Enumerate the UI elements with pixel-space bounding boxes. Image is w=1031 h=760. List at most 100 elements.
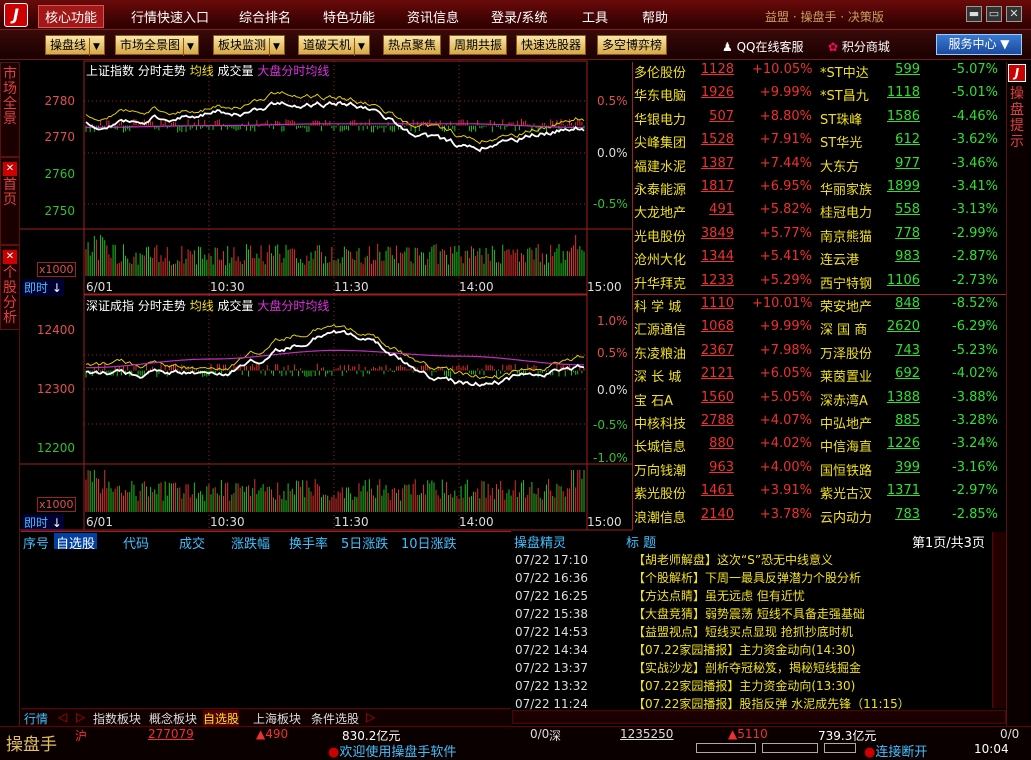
stock-name[interactable]: 中信海直 xyxy=(820,436,872,455)
news-item[interactable]: 07/22 13:32 【07.22家园播报】主力资金动向(13:30) xyxy=(515,677,855,695)
rank-row[interactable]: 国恒铁路 399 -3.16% xyxy=(820,460,1004,483)
stock-name[interactable]: *ST昌九 xyxy=(820,85,869,104)
stock-name[interactable]: 深赤湾A xyxy=(820,390,868,409)
stock-name[interactable]: 多伦股份 xyxy=(634,62,686,81)
page-indicator[interactable]: 第1页/共3页 xyxy=(912,532,985,551)
stock-name[interactable]: 尖峰集团 xyxy=(634,132,686,151)
tab-shanghai-sector[interactable]: 上海板块 xyxy=(253,710,301,727)
stock-name[interactable]: 荣安地产 xyxy=(820,296,872,315)
stock-name[interactable]: 光电股份 xyxy=(634,226,686,245)
news-item[interactable]: 07/22 16:25 【方达点睛】虽无远虑 但有近忧 xyxy=(515,587,805,605)
rank-row[interactable]: 多伦股份 1128 +10.05% xyxy=(634,62,818,85)
news-scrollbar[interactable] xyxy=(992,532,1006,708)
rank-row[interactable]: 华丽家族 1899 -3.41% xyxy=(820,179,1004,202)
stock-name[interactable]: 浪潮信息 xyxy=(634,507,686,526)
watchlist-body[interactable] xyxy=(21,549,511,708)
news-headline[interactable]: 【方达点睛】虽无远虑 但有近忧 xyxy=(633,589,805,603)
rank-row[interactable]: 万向钱潮 963 +4.00% xyxy=(634,460,818,483)
rank-row[interactable]: *ST昌九 1118 -5.01% xyxy=(820,85,1004,108)
rank-row[interactable]: 中弘地产 885 -3.28% xyxy=(820,413,1004,436)
rank-row[interactable]: 桂冠电力 558 -3.13% xyxy=(820,202,1004,225)
stock-name[interactable]: 东凌粮油 xyxy=(634,343,686,362)
rank-row[interactable]: 深 国 商 2620 -6.29% xyxy=(820,319,1004,342)
rank-row[interactable]: 华东电脑 1926 +9.99% xyxy=(634,85,818,108)
news-headline[interactable]: 【07.22家园播报】主力资金动向(14:30) xyxy=(633,643,855,657)
rank-row[interactable]: *ST中达 599 -5.07% xyxy=(820,62,1004,85)
rank-row[interactable]: ST华光 612 -3.62% xyxy=(820,132,1004,155)
news-hscroll[interactable] xyxy=(512,710,1006,724)
stock-name[interactable]: 华丽家族 xyxy=(820,179,872,198)
stock-name[interactable]: 华东电脑 xyxy=(634,85,686,104)
tab-concept-sector[interactable]: 概念板块 xyxy=(149,710,197,727)
stock-name[interactable]: ST华光 xyxy=(820,132,862,151)
rank-row[interactable]: 东凌粮油 2367 +7.98% xyxy=(634,343,818,366)
stock-name[interactable]: 中核科技 xyxy=(634,413,686,432)
news-item[interactable]: 07/22 17:10 【胡老师解盘】这次“S”恐无中线意义 xyxy=(515,551,833,569)
news-headline[interactable]: 【大盘竞猜】弱势震荡 短线不具备走强基础 xyxy=(633,607,865,621)
news-item[interactable]: 07/22 16:36 【个股解析】下周一最具反弹潜力个股分析 xyxy=(515,569,861,587)
news-headline[interactable]: 【益盟视点】短线买点显现 抢抓抄底时机 xyxy=(633,625,853,639)
stock-name[interactable]: 紫光股份 xyxy=(634,483,686,502)
rank-row[interactable]: 万泽股份 743 -5.23% xyxy=(820,343,1004,366)
rank-row[interactable]: 大东方 977 -3.46% xyxy=(820,156,1004,179)
stock-name[interactable]: 莱茵置业 xyxy=(820,366,872,385)
rank-row[interactable]: 宝 石A 1560 +5.05% xyxy=(634,390,818,413)
stock-name[interactable]: 南京熊猫 xyxy=(820,226,872,245)
rank-row[interactable]: 华银电力 507 +8.80% xyxy=(634,109,818,132)
news-item[interactable]: 07/22 15:38 【大盘竞猜】弱势震荡 短线不具备走强基础 xyxy=(515,605,865,623)
stock-name[interactable]: 科 学 城 xyxy=(634,296,681,315)
rank-row[interactable]: 科 学 城 1110 +10.01% xyxy=(634,296,818,319)
arrow-right-icon[interactable]: ▷ xyxy=(366,710,375,724)
rank-row[interactable]: 深 长 城 2121 +6.05% xyxy=(634,366,818,389)
stock-name[interactable]: 桂冠电力 xyxy=(820,202,872,221)
rank-row[interactable]: 中信海直 1226 -3.24% xyxy=(820,436,1004,459)
stock-name[interactable]: 沧州大化 xyxy=(634,249,686,268)
rank-row[interactable]: 沧州大化 1344 +5.41% xyxy=(634,249,818,272)
stock-name[interactable]: 升华拜克 xyxy=(634,273,686,292)
rank-row[interactable]: 荣安地产 848 -8.52% xyxy=(820,296,1004,319)
stock-name[interactable]: 国恒铁路 xyxy=(820,460,872,479)
stock-name[interactable]: 西宁特钢 xyxy=(820,273,872,292)
stock-name[interactable]: 福建水泥 xyxy=(634,156,686,175)
stock-name[interactable]: 大龙地产 xyxy=(634,202,686,221)
news-headline[interactable]: 【个股解析】下周一最具反弹潜力个股分析 xyxy=(633,571,861,585)
stock-name[interactable]: 大东方 xyxy=(820,156,859,175)
rank-row[interactable]: 西宁特钢 1106 -2.73% xyxy=(820,273,1004,296)
rank-row[interactable]: 莱茵置业 692 -4.02% xyxy=(820,366,1004,389)
stock-name[interactable]: 万泽股份 xyxy=(820,343,872,362)
rank-row[interactable]: 连云港 983 -2.87% xyxy=(820,249,1004,272)
news-item[interactable]: 07/22 13:37 【实战沙龙】剖析夺冠秘笈，揭秘短线掘金 xyxy=(515,659,861,677)
stock-name[interactable]: 宝 石A xyxy=(634,390,673,409)
rank-row[interactable]: 紫光股份 1461 +3.91% xyxy=(634,483,818,506)
rank-row[interactable]: 光电股份 3849 +5.77% xyxy=(634,226,818,249)
news-headline[interactable]: 【07.22家园播报】主力资金动向(13:30) xyxy=(633,679,855,693)
stock-name[interactable]: 中弘地产 xyxy=(820,413,872,432)
rank-row[interactable]: 中核科技 2788 +4.07% xyxy=(634,413,818,436)
stock-name[interactable]: 长城信息 xyxy=(634,436,686,455)
rank-row[interactable]: 紫光古汉 1371 -2.97% xyxy=(820,483,1004,506)
stock-name[interactable]: 深 国 商 xyxy=(820,319,867,338)
stock-name[interactable]: 华银电力 xyxy=(634,109,686,128)
rank-row[interactable]: 升华拜克 1233 +5.29% xyxy=(634,273,818,296)
stock-name[interactable]: ST珠峰 xyxy=(820,109,862,128)
rank-row[interactable]: 尖峰集团 1528 +7.91% xyxy=(634,132,818,155)
news-item[interactable]: 07/22 14:34 【07.22家园播报】主力资金动向(14:30) xyxy=(515,641,855,659)
tab-condition-pick[interactable]: 条件选股 xyxy=(311,710,359,727)
tab-index-sector[interactable]: 指数板块 xyxy=(93,710,141,727)
rank-row[interactable]: 大龙地产 491 +5.82% xyxy=(634,202,818,225)
tab-watchlist[interactable]: 自选股 xyxy=(203,710,240,727)
stock-name[interactable]: 深 长 城 xyxy=(634,366,681,385)
rank-row[interactable]: 汇源通信 1068 +9.99% xyxy=(634,319,818,342)
rank-row[interactable]: 云内动力 783 -2.85% xyxy=(820,507,1004,530)
rank-row[interactable]: 长城信息 880 +4.02% xyxy=(634,436,818,459)
news-item[interactable]: 07/22 14:53 【益盟视点】短线买点显现 抢抓抄底时机 xyxy=(515,623,853,641)
arrow-left-icon[interactable]: ◁ xyxy=(58,710,67,724)
rank-row[interactable]: ST珠峰 1586 -4.46% xyxy=(820,109,1004,132)
news-headline[interactable]: 【胡老师解盘】这次“S”恐无中线意义 xyxy=(633,553,833,567)
arrow-right-icon[interactable]: ▷ xyxy=(76,710,85,724)
rank-row[interactable]: 浪潮信息 2140 +3.78% xyxy=(634,507,818,530)
stock-name[interactable]: *ST中达 xyxy=(820,62,869,81)
news-headline[interactable]: 【07.22家园播报】股指反弹 水泥成先锋（11:15） xyxy=(633,697,910,711)
stock-name[interactable]: 万向钱潮 xyxy=(634,460,686,479)
rank-row[interactable]: 福建水泥 1387 +7.44% xyxy=(634,156,818,179)
